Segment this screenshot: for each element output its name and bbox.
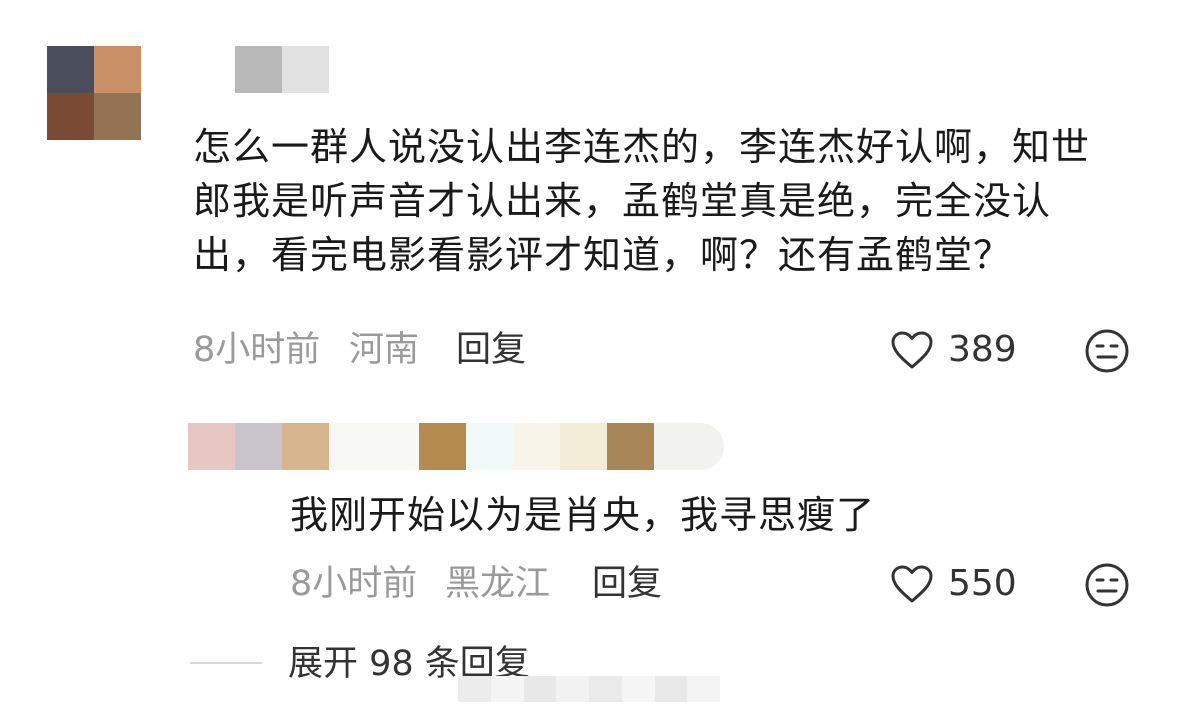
reply-time: 8小时前 xyxy=(290,564,418,604)
comment-reply-button[interactable]: 回复 xyxy=(456,330,526,370)
heart-outline-icon xyxy=(891,565,933,603)
reply-text: 我刚开始以为是肖央，我寻思瘦了 xyxy=(290,493,876,537)
comment-dislike-button[interactable] xyxy=(1084,328,1130,378)
heart-outline-icon xyxy=(891,331,933,369)
expand-divider xyxy=(190,662,262,664)
watermark-blurred xyxy=(458,676,720,702)
comment-avatar[interactable] xyxy=(47,46,141,140)
reply-username-blurred[interactable] xyxy=(188,423,724,470)
reply-location: 黑龙江 xyxy=(445,564,551,604)
comment-text: 怎么一群人说没认出李连杰的，李连杰好认啊，知世郎我是听声音才认出来，孟鹤堂真是绝… xyxy=(193,125,1091,277)
comment-meta-row: 8小时前 河南 回复 389 xyxy=(193,329,1133,373)
comment-like-count: 389 xyxy=(948,329,1017,370)
reply-meta-row: 8小时前 黑龙江 回复 550 xyxy=(290,563,1133,607)
reply-like-count: 550 xyxy=(948,563,1017,604)
reply-reply-button[interactable]: 回复 xyxy=(592,564,662,604)
comment-location: 河南 xyxy=(349,330,420,370)
comment-time: 8小时前 xyxy=(193,330,321,370)
comment-username-blurred[interactable] xyxy=(235,46,329,93)
reply-like-button[interactable] xyxy=(890,564,934,608)
reply-dislike-button[interactable] xyxy=(1084,562,1130,612)
comment-like-button[interactable] xyxy=(890,330,934,374)
meh-face-icon xyxy=(1085,563,1129,607)
meh-face-icon xyxy=(1085,329,1129,373)
